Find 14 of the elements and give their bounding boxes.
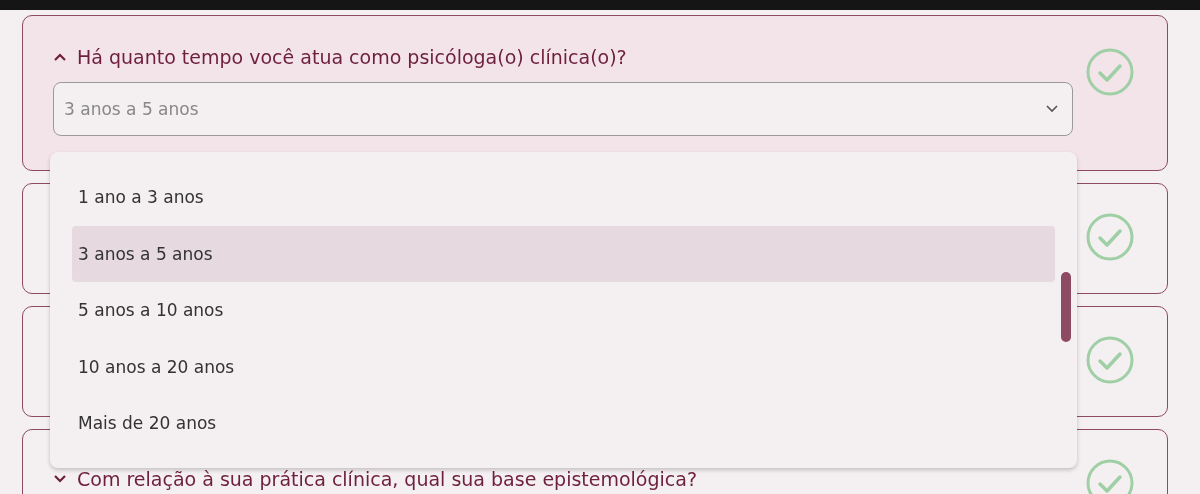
chevron-down-icon[interactable] xyxy=(53,474,67,484)
question-title: Há quanto tempo você atua como psicóloga(o) clínica(o)? xyxy=(77,46,627,68)
dropdown-option[interactable]: 1 ano a 3 anos xyxy=(72,169,1055,226)
scrollbar-thumb[interactable] xyxy=(1061,272,1071,342)
dropdown-option[interactable]: Mais de 20 anos xyxy=(72,395,1055,452)
dropdown-option[interactable]: 5 anos a 10 anos xyxy=(72,282,1055,339)
question-title: Com relação à sua prática clínica, qual sua base epistemológica? xyxy=(77,468,697,490)
chevron-up-icon[interactable] xyxy=(53,52,67,62)
chevron-down-icon xyxy=(1046,105,1058,113)
check-circle-icon xyxy=(1085,212,1135,262)
check-circle-icon xyxy=(1085,47,1135,97)
check-circle-icon xyxy=(1085,335,1135,385)
dropdown-option[interactable]: 3 anos a 5 anos xyxy=(72,225,1055,282)
dropdown-option[interactable]: 10 anos a 20 anos xyxy=(72,338,1055,395)
